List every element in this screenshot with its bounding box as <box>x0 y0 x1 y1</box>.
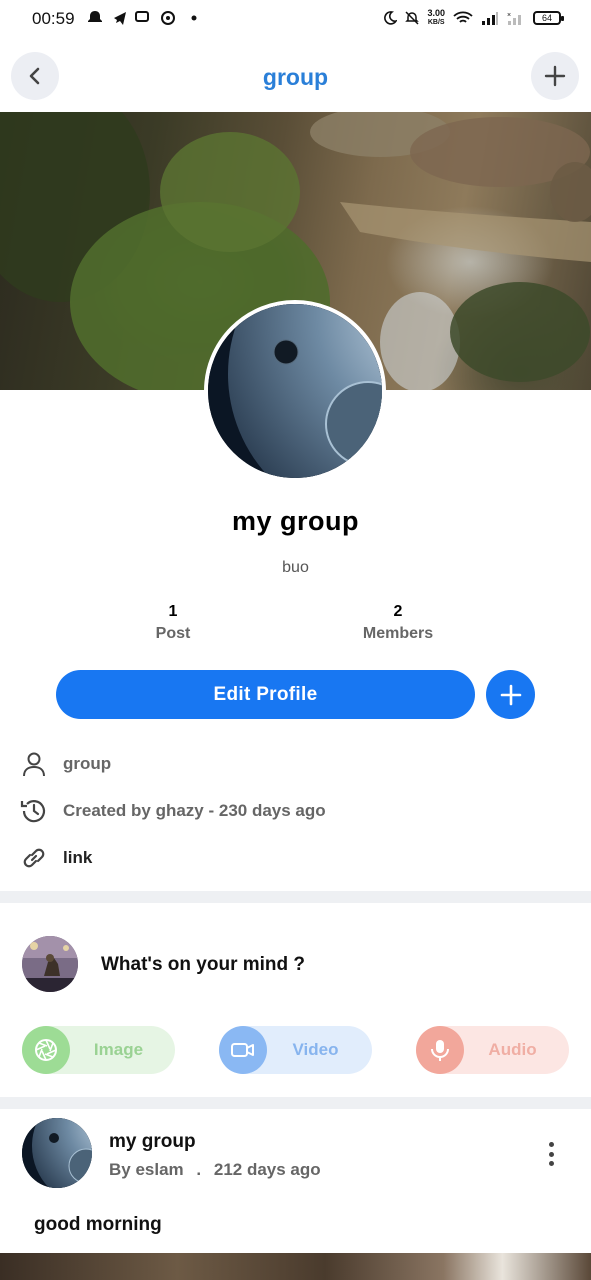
person-icon <box>18 748 50 780</box>
plus-icon <box>544 65 566 87</box>
post-body: good morning <box>34 1214 162 1235</box>
post-author-avatar[interactable] <box>22 1118 92 1188</box>
section-divider <box>0 891 591 903</box>
signal-2-icon: × <box>507 12 521 25</box>
net-speed: 3.00 KB/S <box>427 9 445 27</box>
add-image-button[interactable]: Image <box>22 1026 175 1074</box>
members-label: Members <box>362 625 434 642</box>
members-stat[interactable]: 2 Members <box>323 603 473 643</box>
status-time: 00:59 <box>32 9 75 28</box>
group-type-text: group <box>63 754 112 773</box>
mute-bell-icon <box>405 11 420 25</box>
notification-icons <box>88 9 198 31</box>
posts-label: Post <box>155 625 191 642</box>
user-avatar-image <box>22 936 78 992</box>
user-avatar[interactable] <box>22 936 78 992</box>
post-meta-separator: . <box>196 1160 202 1179</box>
add-button[interactable] <box>531 52 579 100</box>
post-more-options-icon[interactable] <box>538 1138 564 1170</box>
post-time: 212 days ago <box>213 1160 321 1179</box>
group-avatar[interactable] <box>204 300 386 482</box>
audio-label: Audio <box>488 1040 537 1059</box>
status-bar: 00:59 3.00 KB/S × 64 <box>0 0 591 40</box>
page-title: group <box>262 64 329 90</box>
microphone-icon <box>416 1026 464 1074</box>
created-by-text: Created by ghazy - 230 days ago <box>63 801 326 820</box>
svg-text:×: × <box>507 12 511 19</box>
composer-prompt[interactable]: What's on your mind ? <box>101 954 305 976</box>
app-bar: group <box>0 40 591 112</box>
image-label: Image <box>93 1040 144 1059</box>
info-row-link[interactable]: link <box>18 842 92 874</box>
info-row-type: group <box>18 748 111 780</box>
aperture-icon <box>22 1026 70 1074</box>
video-camera-icon <box>219 1026 267 1074</box>
post-author[interactable]: By eslam <box>109 1160 184 1179</box>
battery-icon: 64 <box>533 11 564 25</box>
app-notification-icons <box>88 11 197 25</box>
moon-icon <box>384 11 398 25</box>
info-row-created: Created by ghazy - 230 days ago <box>18 795 326 827</box>
wifi-icon <box>453 11 473 23</box>
add-video-button[interactable]: Video <box>219 1026 372 1074</box>
net-speed-unit: KB/S <box>427 19 445 26</box>
history-icon <box>18 795 50 827</box>
link-icon <box>18 842 50 874</box>
group-description: buo <box>282 559 309 576</box>
edit-profile-button[interactable]: Edit Profile <box>56 670 475 719</box>
video-label: Video <box>292 1040 339 1059</box>
members-count: 2 <box>393 603 403 620</box>
status-right-icons: 3.00 KB/S × 64 <box>383 9 564 27</box>
plus-icon <box>500 684 521 705</box>
signal-icon <box>482 12 498 25</box>
planet-image <box>22 1118 92 1188</box>
post-image[interactable] <box>0 1253 591 1280</box>
post-group-name[interactable]: my group <box>109 1131 196 1153</box>
posts-count: 1 <box>168 603 178 620</box>
add-member-button[interactable] <box>486 670 535 719</box>
net-speed-value: 3.00 <box>427 8 445 18</box>
group-name: my group <box>231 506 359 536</box>
posts-stat[interactable]: 1 Post <box>98 603 248 643</box>
post-meta: By eslam . 212 days ago <box>109 1160 321 1180</box>
add-audio-button[interactable]: Audio <box>416 1026 569 1074</box>
planet-image <box>208 304 382 478</box>
link-text[interactable]: link <box>63 848 92 868</box>
section-divider <box>0 1097 591 1109</box>
